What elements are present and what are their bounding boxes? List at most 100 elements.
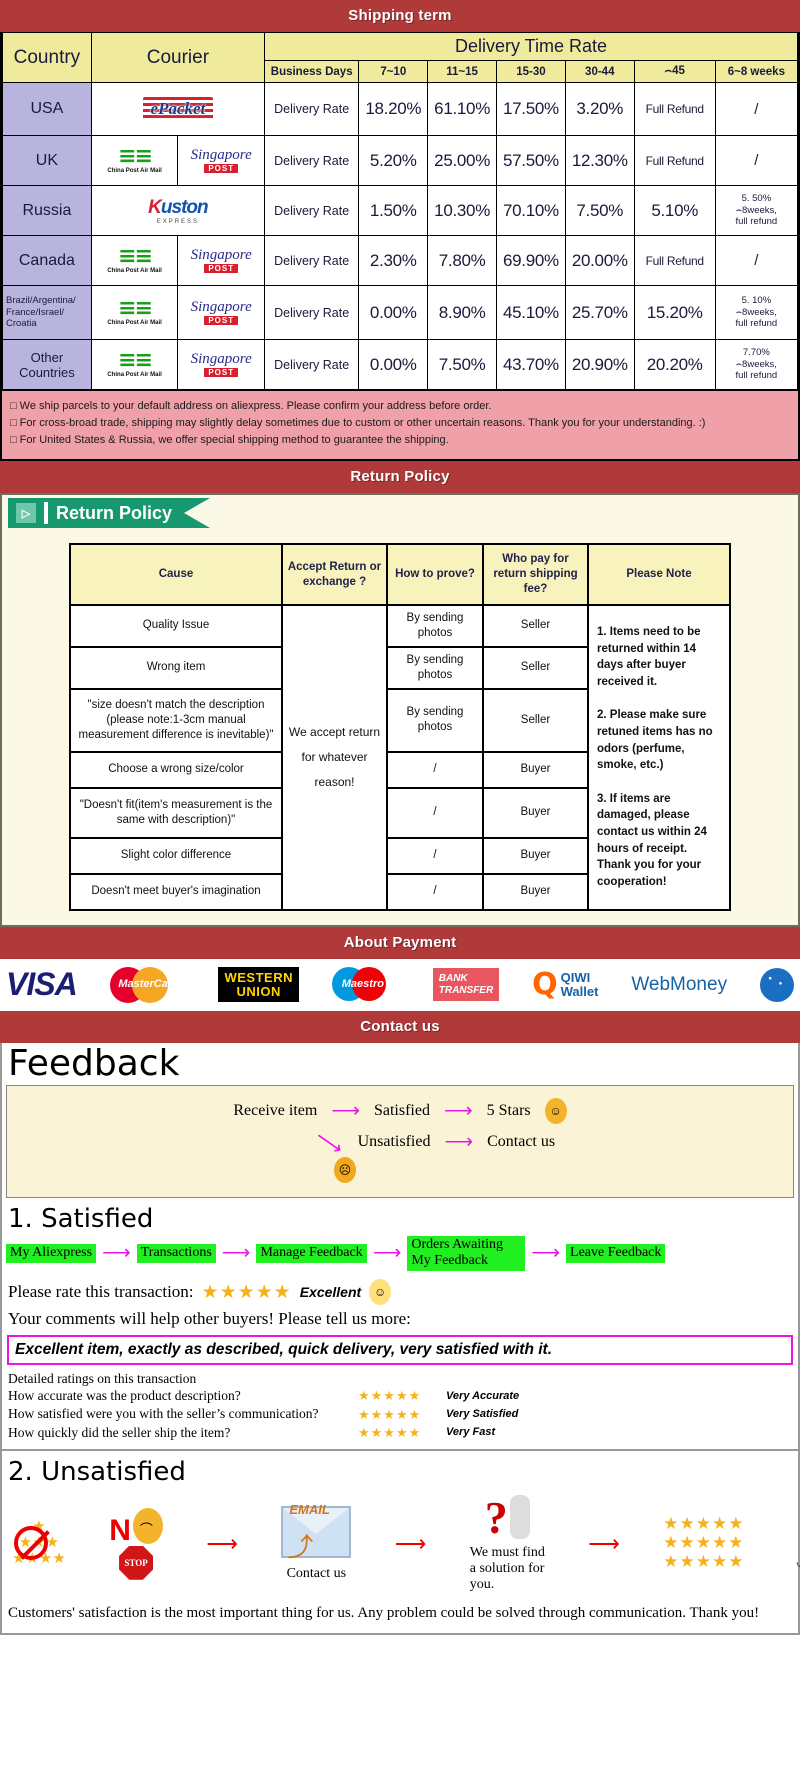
visa-icon: VISA	[6, 966, 78, 1003]
arrow-right-icon: ⟶	[394, 1530, 427, 1556]
rate-7-10: 1.50%	[358, 185, 429, 236]
step-my-aliexpress[interactable]: My Aliexpress	[6, 1243, 97, 1263]
return-header-row: Cause Accept Return or exchange ? How to…	[69, 543, 731, 606]
singapore-post-icon: Singapore POST	[190, 351, 252, 377]
rate-11-15: 7.50%	[427, 339, 498, 390]
shipping-table: Country Courier Delivery Time Rate Busin…	[2, 32, 799, 390]
china-post-logo-cell: ≡≡ China Post Air Mail	[90, 339, 179, 390]
cause-cell: Choose a wrong size/color	[69, 750, 283, 789]
step-manage-feedback[interactable]: Manage Feedback	[256, 1243, 367, 1263]
return-policy-tag-label: Return Policy	[56, 502, 173, 523]
header-how-to-prove: How to prove?	[386, 543, 484, 606]
cause-cell: Slight color difference	[69, 836, 283, 875]
china-post-air-mail-icon: ≡≡ China Post Air Mail	[107, 244, 162, 274]
arrow-right-icon: ⟶	[221, 1242, 251, 1265]
feedback-container: Feedback Receive item ⟶ Satisfied ⟶ 5 St…	[0, 1042, 800, 1635]
flow-five-stars: 5 Stars	[486, 1101, 531, 1119]
rate-11-15: 7.80%	[427, 235, 498, 286]
rating-stars[interactable]: ★★★★★	[202, 1281, 292, 1304]
prove-cell: /	[386, 872, 484, 911]
flow-unsatisfied: Unsatisfied	[357, 1133, 431, 1150]
flow-satisfied: Satisfied	[373, 1101, 430, 1119]
shipping-notes: We ship parcels to your default address …	[2, 390, 798, 460]
prove-cell: By sending photos	[386, 687, 484, 753]
payment-mastercard: MasterCard	[109, 965, 186, 1005]
rating-label: Very Fast	[446, 1426, 496, 1439]
arrow-right-icon: ⟶	[588, 1530, 620, 1556]
rating-stars[interactable]: ★★★★★	[358, 1424, 446, 1442]
rate-30-44: 20.90%	[564, 339, 635, 390]
detailed-ratings: Detailed ratings on this transaction How…	[2, 1365, 798, 1442]
rating-question: How quickly did the seller ship the item…	[8, 1424, 231, 1440]
step-leave-feedback[interactable]: Leave Feedback	[566, 1243, 666, 1263]
step-transactions[interactable]: Transactions	[136, 1243, 216, 1263]
qiwi-wallet-icon: Q QIWI Wallet	[532, 966, 599, 1002]
cause-cell: "Doesn't fit(item's measurement is the s…	[69, 786, 283, 839]
cause-cell: "size doesn't match the description (ple…	[69, 687, 283, 753]
arrow-diagonal-icon: ⟶	[310, 1125, 347, 1160]
row-country: UK	[2, 135, 92, 186]
contact-us-banner: Contact us	[0, 1010, 800, 1043]
header-15-30: 15-30	[496, 60, 566, 83]
rate-30-44: 25.70%	[564, 285, 635, 340]
rating-question: How satisfied were you with the seller’s…	[8, 1406, 319, 1422]
no-label: N	[109, 1513, 131, 1547]
prove-cell: By sending photos	[386, 603, 484, 648]
table-row: Other Countries ≡≡ China Post Air Mail Si…	[2, 339, 799, 390]
feedback-title: Feedback	[8, 1042, 180, 1084]
row-country: Russia	[2, 185, 92, 236]
courier-logo-cell: Kuston EXPRESS	[90, 185, 266, 236]
contact-us-group: EMAIL ⤴ Contact us	[281, 1502, 352, 1582]
rate-label: Delivery Rate	[263, 339, 360, 390]
rating-stars[interactable]: ★★★★★	[358, 1406, 446, 1424]
comment-textarea[interactable]: Excellent item, exactly as described, qu…	[7, 1335, 793, 1366]
chevron-right-icon: ▷	[16, 503, 36, 524]
rate-15-30: 43.70%	[496, 339, 566, 390]
rate-15-30: 57.50%	[496, 135, 566, 186]
webmoney-icon: WebMoney	[631, 973, 728, 995]
payment-maestro: Maestro	[331, 965, 400, 1005]
payment-methods-row: VISA MasterCard WESTERN UNION Maestro BA…	[0, 958, 800, 1011]
rate-30-44: 7.50%	[564, 185, 635, 236]
stop-sign-icon: STOP	[119, 1545, 154, 1580]
table-row: Quality Issue We accept return for whate…	[69, 603, 731, 911]
maestro-label: Maestro	[341, 977, 384, 990]
rating-stars[interactable]: ★★★★★	[358, 1387, 446, 1405]
rate-6-8-weeks: /	[714, 135, 799, 186]
payment-globe	[759, 965, 794, 1005]
rating-label: Very Accurate	[446, 1389, 520, 1402]
cause-cell: Doesn't meet buyer's imagination	[69, 872, 283, 911]
who-pays-cell: Seller	[482, 603, 589, 648]
epacket-icon: ePacket	[142, 97, 214, 121]
flow-line-satisfied: Receive item ⟶ Satisfied ⟶ 5 Stars ☺	[7, 1097, 793, 1124]
good-rating-group: ★★★★★ ★★★★★ ★★★★★	[663, 1514, 744, 1572]
rate-15-30: 70.10%	[496, 185, 566, 236]
return-policy-tagbar: ▷ Return Policy	[2, 495, 798, 529]
who-pays-cell: Seller	[482, 687, 589, 753]
header-accept-return: Accept Return or exchange ?	[281, 543, 388, 606]
arrow-right-icon: ⟶	[331, 1099, 360, 1122]
rate-label: Delivery Rate	[263, 285, 360, 340]
rating-word: Excellent	[299, 1284, 362, 1301]
shipping-note-3: For United States & Russia, we offer spe…	[10, 432, 790, 449]
no-group: N STOP	[109, 1507, 163, 1580]
arrow-right-icon: ⟶	[443, 1099, 473, 1122]
rate-11-15: 25.00%	[427, 135, 498, 186]
please-note-cell: 1. Items need to be returned within 14 d…	[587, 603, 731, 911]
step-orders-awaiting[interactable]: Orders Awaiting My Feedback	[407, 1235, 526, 1272]
smiley-face-icon: ☺	[544, 1097, 567, 1124]
china-post-air-mail-icon: ≡≡ China Post Air Mail	[107, 296, 162, 326]
question-mark-icon: ?	[484, 1492, 508, 1544]
china-post-air-mail-icon: ≡≡ China Post Air Mail	[107, 144, 162, 174]
rate-6-8-weeks: 7.70% ⌢8weeks, full refund	[714, 339, 799, 390]
header-11-15: 11~15	[427, 60, 498, 83]
comments-prompt: Your comments will help other buyers! Pl…	[8, 1309, 411, 1329]
arrow-right-icon: ⟶	[531, 1242, 561, 1265]
rate-11-15: 8.90%	[427, 285, 498, 340]
person-icon	[509, 1494, 530, 1539]
rate-30-44: 12.30%	[564, 135, 635, 186]
arrow-right-icon: ⟶	[444, 1131, 474, 1153]
rate-11-15: 10.30%	[427, 185, 498, 236]
rate-label: Delivery Rate	[263, 135, 360, 186]
payment-visa: VISA	[6, 965, 78, 1005]
